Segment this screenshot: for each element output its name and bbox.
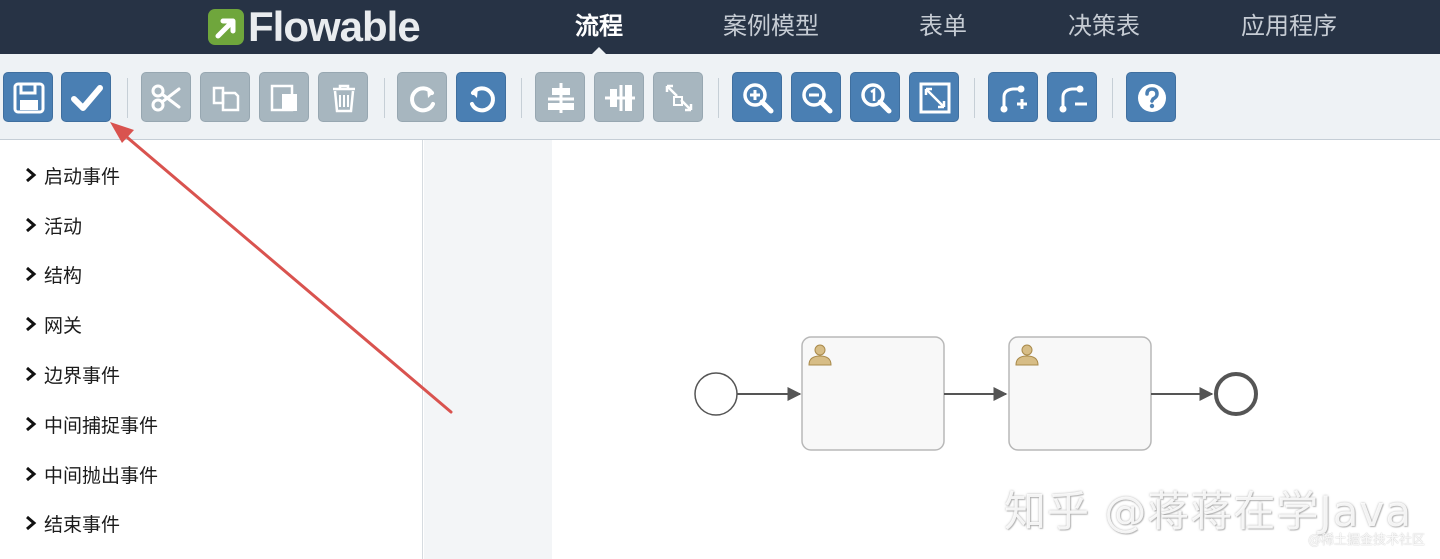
nav-tab-apps[interactable]: 应用程序 xyxy=(1241,0,1337,54)
help-icon xyxy=(1138,84,1166,112)
toolbar-divider xyxy=(974,78,975,118)
palette-group-end-events[interactable]: 结束事件 xyxy=(24,509,120,537)
zoom-actual-icon xyxy=(861,83,892,114)
palette-group-activities[interactable]: 活动 xyxy=(24,211,82,239)
toolbar-divider xyxy=(127,78,128,118)
zoom-fit-icon xyxy=(919,82,951,114)
redo-button[interactable] xyxy=(397,72,447,122)
paste-icon xyxy=(270,84,297,112)
remove-bendpoint-icon xyxy=(1059,85,1087,113)
palette-group-label: 中间抛出事件 xyxy=(44,464,159,487)
copy-icon xyxy=(212,86,240,112)
nav-tab-decision-tables[interactable]: 决策表 xyxy=(1068,0,1140,54)
chevron-right-icon xyxy=(26,266,37,282)
cut-icon xyxy=(151,84,181,112)
save-button[interactable] xyxy=(3,72,53,122)
nav-tab-label: 决策表 xyxy=(1068,12,1140,40)
palette-group-label: 中间捕捉事件 xyxy=(44,414,159,437)
palette-group-label: 边界事件 xyxy=(44,364,121,387)
nav-tab-label: 应用程序 xyxy=(1241,12,1337,40)
palette-group-label: 结束事件 xyxy=(44,513,121,536)
chevron-right-icon xyxy=(26,316,37,332)
chevron-right-icon xyxy=(26,217,37,233)
palette-group-start-events[interactable]: 启动事件 xyxy=(24,161,120,189)
nav-tab-forms[interactable]: 表单 xyxy=(919,0,967,54)
flowable-logo[interactable]: Flowable xyxy=(208,3,421,50)
editor-toolbar xyxy=(0,54,1440,140)
zoom-fit-button[interactable] xyxy=(909,72,959,122)
chevron-right-icon xyxy=(26,366,37,382)
palette-group-label: 结构 xyxy=(44,264,83,287)
zoom-in-button[interactable] xyxy=(732,72,782,122)
palette-group-boundary-events[interactable]: 边界事件 xyxy=(24,360,120,388)
palette-group-throwing-events[interactable]: 中间抛出事件 xyxy=(24,460,158,488)
chevron-right-icon xyxy=(26,167,37,183)
palette-group-label: 启动事件 xyxy=(44,165,121,188)
cut-button[interactable] xyxy=(141,72,191,122)
undo-button[interactable] xyxy=(456,72,506,122)
delete-button[interactable] xyxy=(318,72,368,122)
flowable-modeler: Flowable 流程 案例模型 表单 决策表 应用程序 启动事件 活动 结构 … xyxy=(0,0,1440,559)
nav-tab-label: 表单 xyxy=(919,12,967,40)
palette-group-catching-events[interactable]: 中间捕捉事件 xyxy=(24,410,158,438)
redo-icon xyxy=(410,86,435,113)
flowable-logo-icon xyxy=(208,9,244,45)
zoom-out-button[interactable] xyxy=(791,72,841,122)
undo-icon xyxy=(470,86,495,113)
help-button[interactable] xyxy=(1126,72,1176,122)
palette-group-structural[interactable]: 结构 xyxy=(24,260,82,288)
add-bendpoint-icon xyxy=(1000,85,1027,113)
top-nav-bar: Flowable 流程 案例模型 表单 决策表 应用程序 xyxy=(0,0,1440,55)
palette-group-gateways[interactable]: 网关 xyxy=(24,310,82,338)
nav-tab-label: 流程 xyxy=(575,12,623,40)
align-horizontal-button[interactable] xyxy=(535,72,585,122)
add-bendpoint-button[interactable] xyxy=(988,72,1038,122)
nav-tab-case-models[interactable]: 案例模型 xyxy=(723,0,819,54)
validate-check-icon xyxy=(71,85,103,111)
nav-tab-processes[interactable]: 流程 xyxy=(575,0,623,55)
zoom-actual-button[interactable] xyxy=(850,72,900,122)
zoom-out-icon xyxy=(802,83,833,114)
chevron-right-icon xyxy=(26,466,37,482)
chevron-right-icon xyxy=(26,515,37,531)
palette-group-label: 网关 xyxy=(44,314,83,337)
nav-tab-label: 案例模型 xyxy=(723,12,819,40)
brand-name: Flowable xyxy=(248,3,421,50)
align-vertical-icon xyxy=(605,85,635,111)
validate-button[interactable] xyxy=(61,72,111,122)
save-icon xyxy=(13,82,45,114)
zoom-in-icon xyxy=(743,83,774,114)
paste-button[interactable] xyxy=(259,72,309,122)
same-size-button[interactable] xyxy=(653,72,703,122)
toolbar-divider xyxy=(718,78,719,118)
delete-icon xyxy=(333,84,355,113)
toolbar-divider xyxy=(384,78,385,118)
canvas-gutter xyxy=(424,140,552,559)
align-vertical-button[interactable] xyxy=(594,72,644,122)
copy-button[interactable] xyxy=(200,72,250,122)
same-size-icon xyxy=(665,84,693,112)
toolbar-divider xyxy=(521,78,522,118)
shape-palette: 启动事件 活动 结构 网关 边界事件 中间捕捉事件 中间抛出事件 结束事件 xyxy=(0,140,423,559)
palette-group-label: 活动 xyxy=(44,215,83,238)
toolbar-divider xyxy=(1112,78,1113,118)
watermark-sub: @稀土掘金技术社区 xyxy=(1308,533,1426,548)
align-horizontal-icon xyxy=(548,83,574,113)
chevron-right-icon xyxy=(26,416,37,432)
remove-bendpoint-button[interactable] xyxy=(1047,72,1097,122)
